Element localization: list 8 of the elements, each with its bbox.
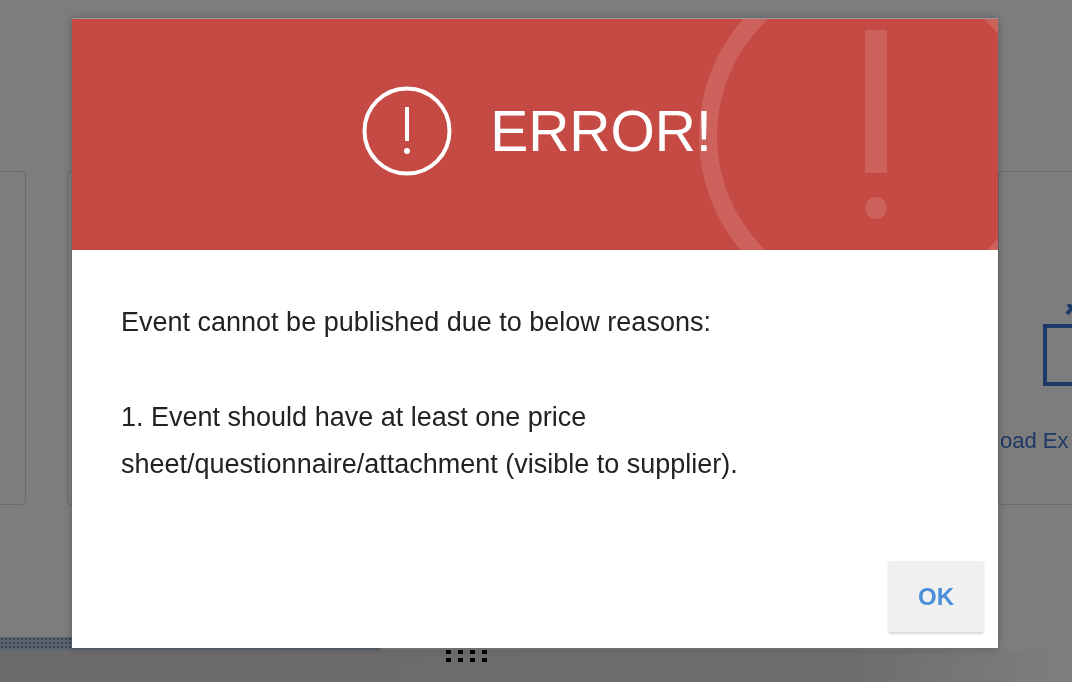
alert-circle-icon: [362, 85, 453, 176]
card-label: oad Ex: [1000, 428, 1070, 454]
error-reason: 1. Event should have at least one price sheet/questionnaire/attachment (visible to supplier).: [121, 401, 739, 481]
dialog-title: ERROR!: [490, 98, 712, 163]
error-message: Event cannot be published due to below reasons:: [121, 306, 712, 339]
drag-handle-icon: [446, 650, 487, 662]
upload-icon: [1043, 304, 1072, 388]
ok-button[interactable]: OK: [888, 561, 984, 632]
